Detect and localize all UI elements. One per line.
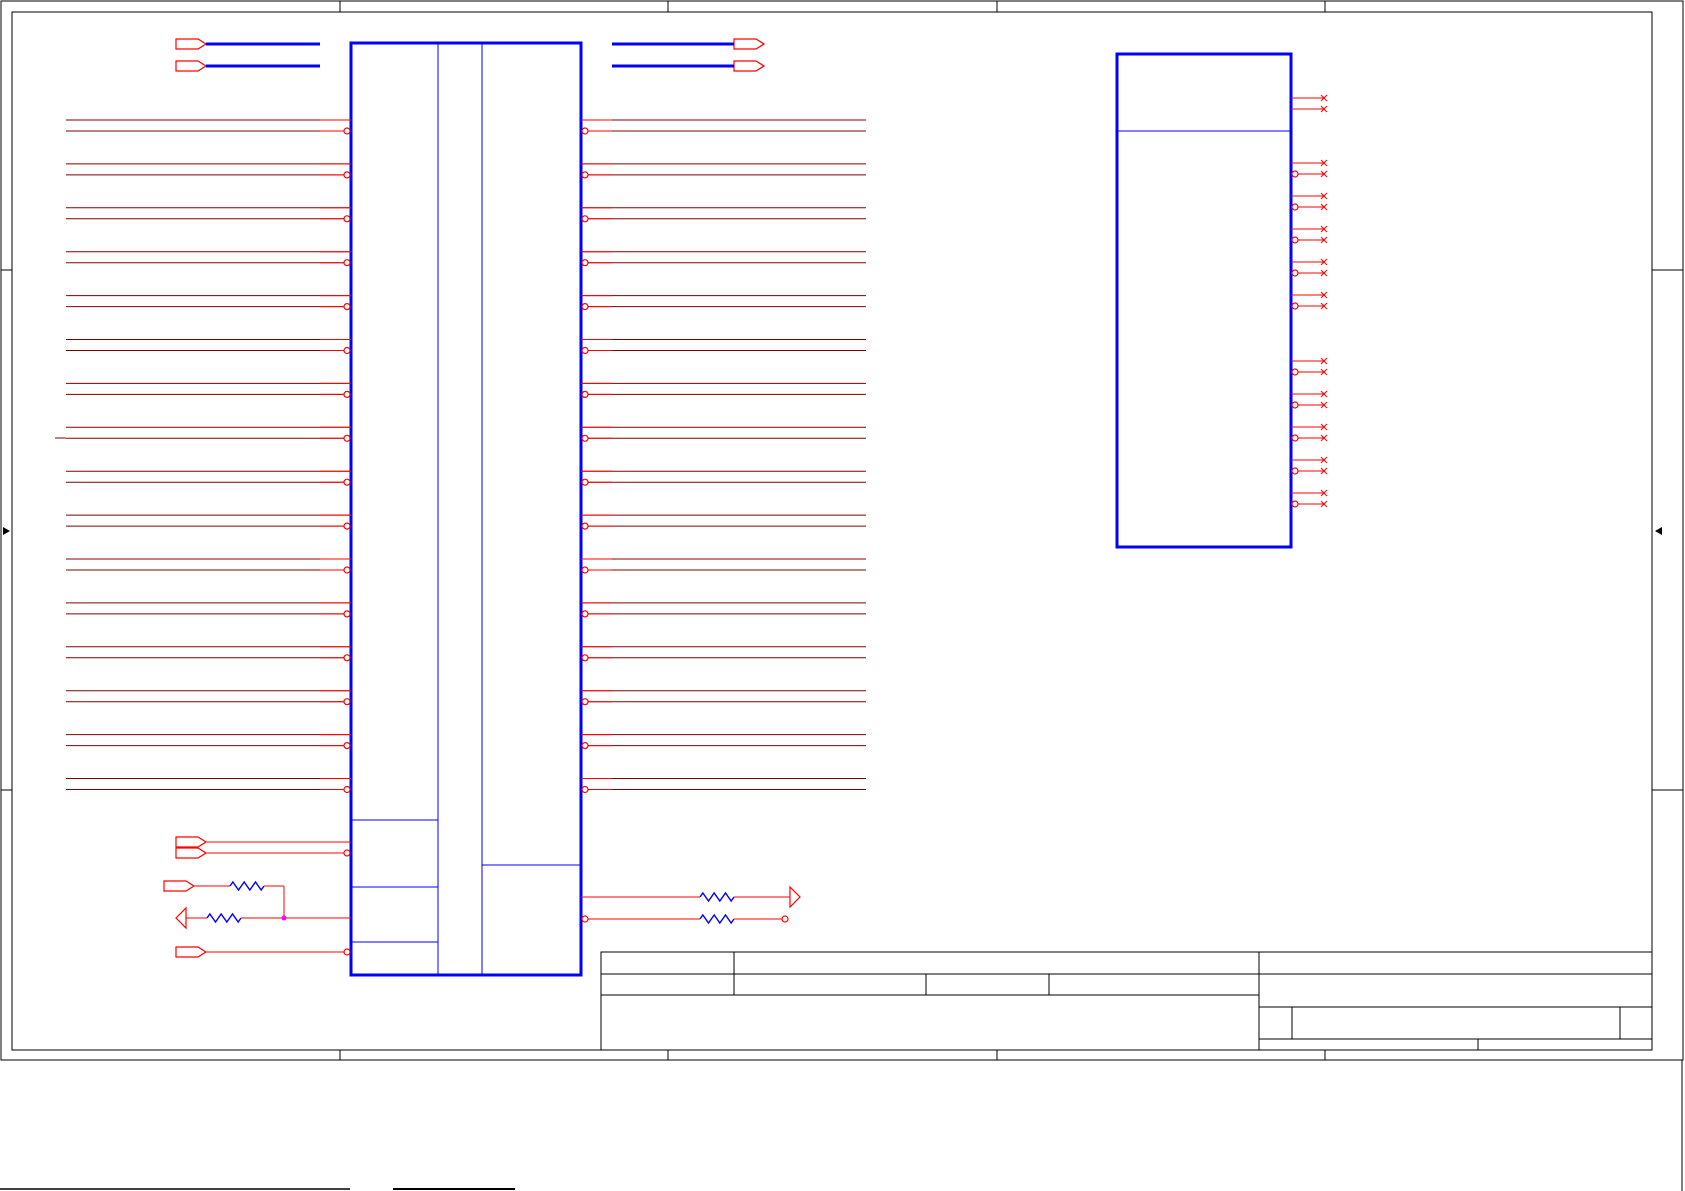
nc-pin-bubble — [1291, 467, 1299, 475]
right-pin-bubble — [581, 566, 589, 574]
sheet-frame — [0, 0, 1684, 1191]
right-pin-bubble — [581, 346, 589, 355]
nc-pin-bubble — [1291, 302, 1299, 310]
right-pin-bubble — [581, 215, 589, 223]
left-pin-bubble — [343, 171, 351, 179]
right-pin-bubble — [581, 390, 589, 398]
title-block — [600, 951, 1653, 1051]
ground-symbol — [789, 885, 801, 909]
port-ctrl-1 — [175, 836, 208, 848]
left-pin-bubble — [343, 566, 351, 574]
schematic-canvas — [0, 0, 1684, 1191]
left-pin-bubble — [343, 259, 351, 267]
resistor-r4 — [699, 913, 735, 925]
left-pin-bubble — [343, 610, 351, 618]
bottom-left-circuit[interactable] — [163, 836, 351, 958]
nc-pin-bubble — [1291, 203, 1299, 211]
main-ic[interactable] — [349, 41, 583, 977]
bottom-right-circuit[interactable] — [581, 885, 801, 925]
right-pin-bubble — [581, 127, 589, 135]
right-pin-bubble — [581, 171, 589, 179]
left-center-arrow — [3, 527, 10, 535]
left-pin-bubble — [343, 346, 351, 355]
left-pin-bubble — [343, 303, 351, 311]
nc-pin-bubble — [1291, 236, 1299, 244]
test-point — [781, 915, 789, 923]
left-pin-bubble — [343, 698, 351, 706]
right-pin-bubble — [581, 610, 589, 618]
ctrl-pin-bubble — [343, 849, 351, 857]
port-out-2 — [733, 60, 766, 72]
left-pin-bubble — [343, 127, 351, 135]
right-pin-bubble — [581, 654, 589, 662]
junction-dot — [281, 915, 287, 921]
inner-border — [11, 11, 1653, 1051]
port-ctrl-2 — [175, 847, 208, 859]
port-in-2 — [175, 60, 208, 72]
right-pin-bubble — [581, 434, 589, 442]
right-nets — [581, 119, 866, 794]
port-out-1 — [733, 38, 766, 50]
ctrl-pin-bubble — [343, 948, 351, 956]
nc-pin-bubble — [1291, 434, 1299, 442]
resistor-r2 — [206, 912, 242, 924]
resistor-r1 — [229, 880, 265, 892]
outer-border — [0, 0, 1684, 1061]
nc-pin-bubble — [1291, 269, 1299, 277]
right-center-arrow — [1655, 527, 1662, 535]
right-pin-bubble — [581, 741, 589, 750]
aux-ic-body — [1115, 52, 1293, 549]
left-pin-bubble — [343, 478, 351, 486]
right-pin-bubble — [581, 303, 589, 311]
main-ic-body — [349, 41, 583, 977]
left-pin-bubble — [343, 741, 351, 750]
right-pin-bubble — [581, 698, 589, 706]
right-pin-bubble — [581, 478, 589, 486]
nc-pin-bubble — [1291, 170, 1299, 178]
port-ctrl-4 — [175, 946, 208, 958]
aux-ic[interactable] — [1115, 52, 1328, 549]
port-ctrl-3 — [163, 880, 196, 892]
resistor-r3 — [699, 891, 735, 903]
left-pin-bubble — [343, 522, 351, 530]
pull-pin-bubble — [581, 915, 589, 923]
left-pin-bubble — [343, 785, 351, 794]
left-pin-bubble — [343, 434, 351, 442]
left-nets — [55, 119, 351, 794]
left-pin-bubble — [343, 654, 351, 662]
port-in-1 — [175, 38, 208, 50]
right-pin-bubble — [581, 259, 589, 267]
nc-pin-bubble — [1291, 368, 1299, 376]
nc-pin-bubble — [1291, 500, 1299, 508]
title-block-frame — [600, 951, 1653, 1051]
nc-pin-bubble — [1291, 401, 1299, 409]
left-pin-bubble — [343, 215, 351, 223]
right-pin-bubble — [581, 785, 589, 794]
right-pin-bubble — [581, 522, 589, 530]
left-pin-bubble — [343, 390, 351, 398]
power-arrow-symbol — [175, 906, 187, 930]
